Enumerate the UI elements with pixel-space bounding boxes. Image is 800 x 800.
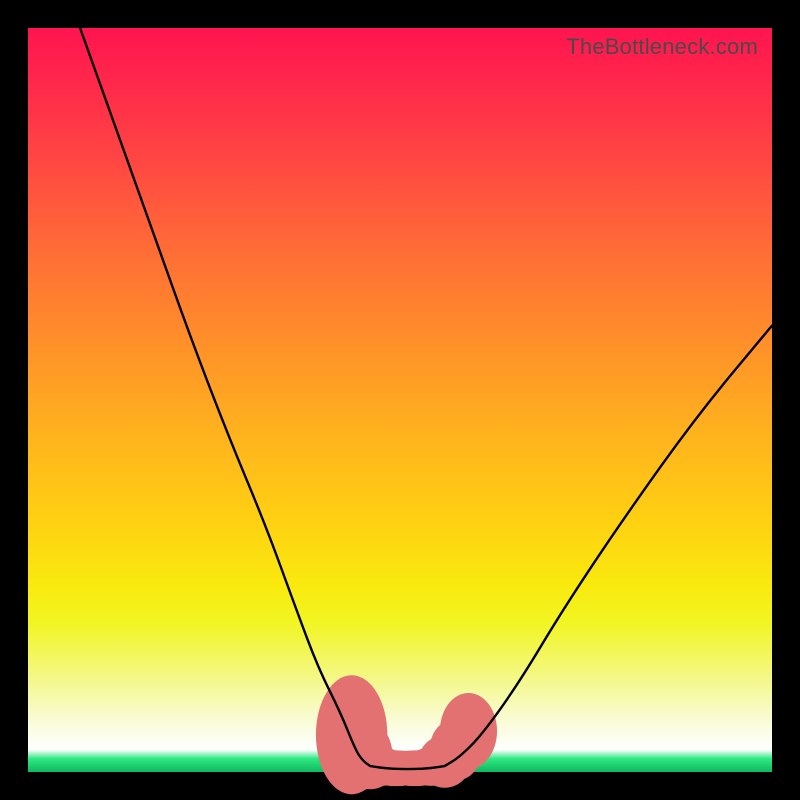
chart-frame: TheBottleneck.com [0, 0, 800, 800]
bottleneck-curve [80, 28, 772, 769]
highlight-marker [440, 693, 497, 769]
chart-svg [28, 28, 772, 772]
chart-markers [316, 675, 497, 794]
plot-area: TheBottleneck.com [28, 28, 772, 772]
